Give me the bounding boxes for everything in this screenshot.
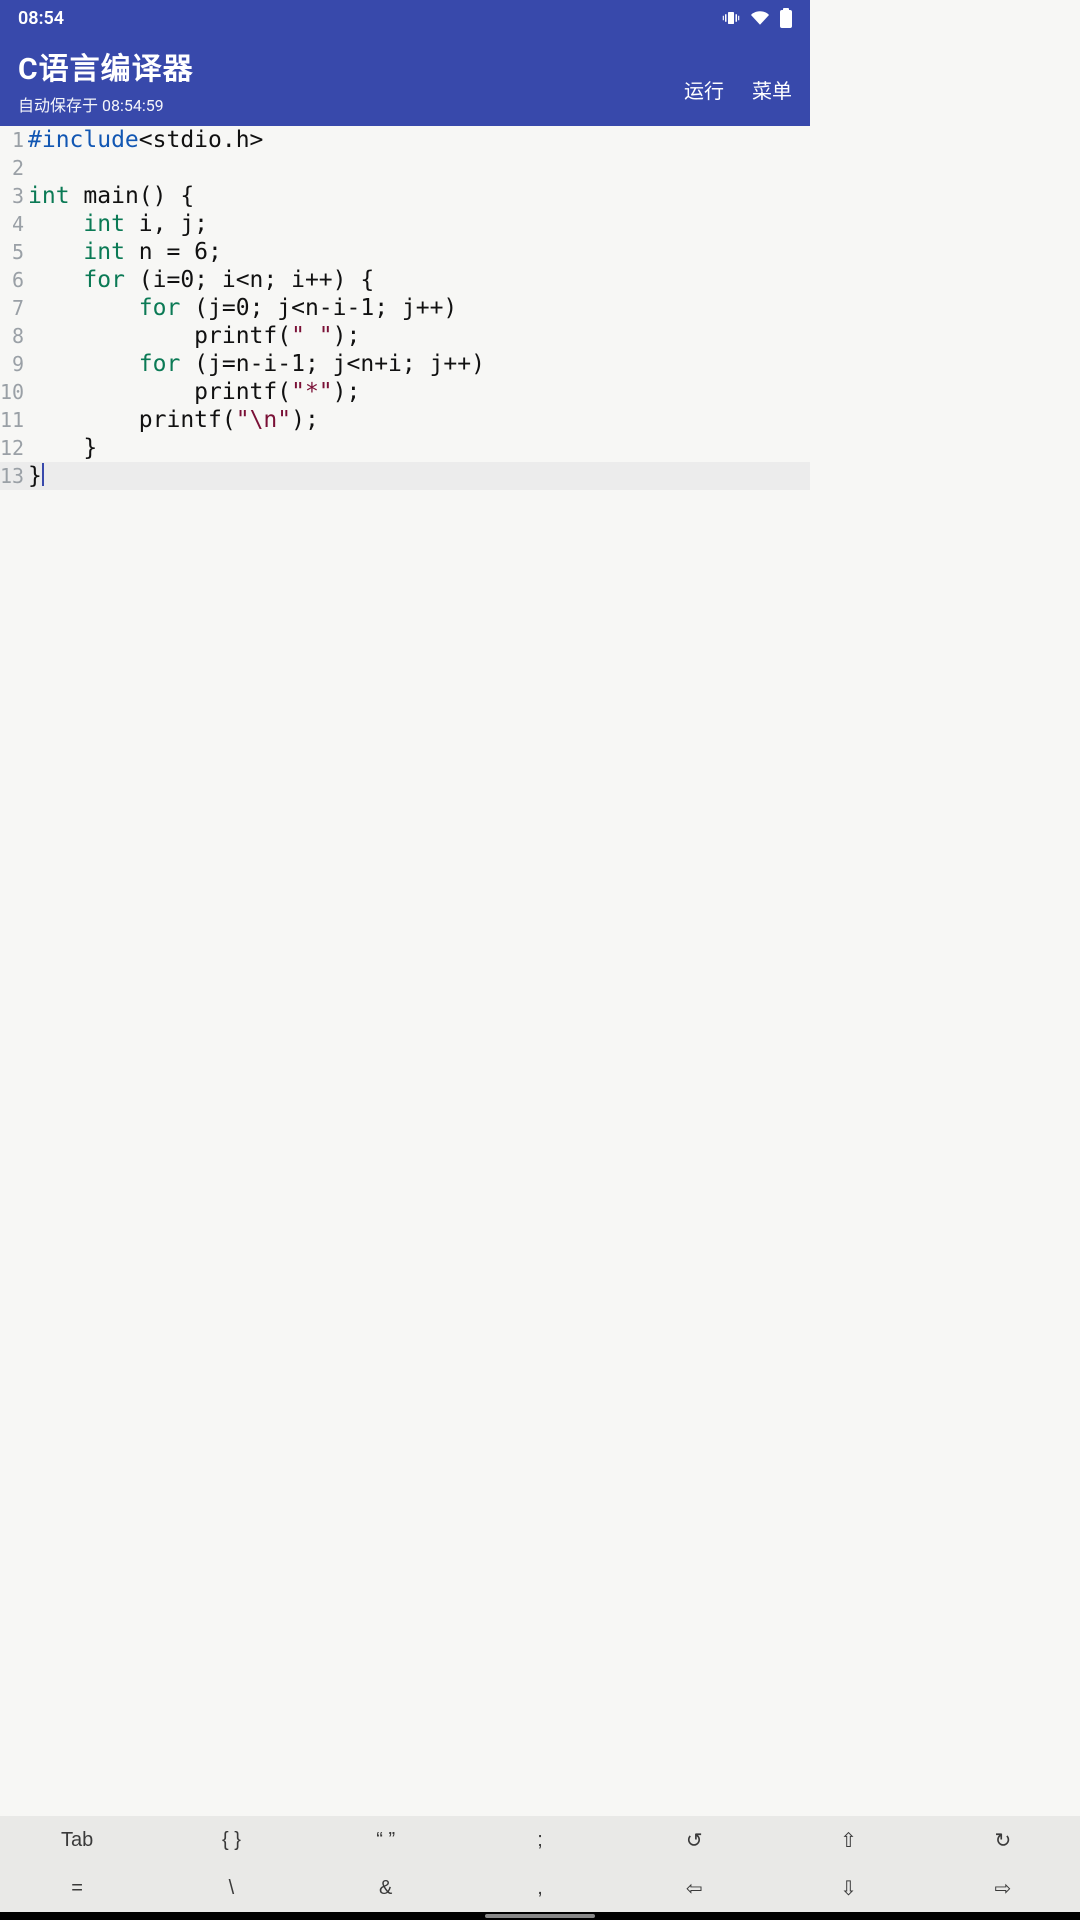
- wifi-icon: [750, 9, 770, 27]
- status-time: 08:54: [18, 8, 64, 29]
- run-button[interactable]: 运行: [684, 75, 724, 104]
- app-title: C语言编译器: [18, 44, 684, 88]
- battery-icon: [780, 8, 792, 28]
- line-number: 12: [0, 434, 26, 462]
- line-number: 8: [0, 322, 26, 350]
- code-content[interactable]: printf("\n");: [26, 406, 319, 434]
- code-content[interactable]: int n = 6;: [26, 238, 222, 266]
- line-number: 6: [0, 266, 26, 294]
- symbol-toolbar: Tab{ }“ ”;↺⇧↻ =\&,⇦⇩⇨: [0, 1816, 1080, 1912]
- code-line[interactable]: 9 for (j=n-i-1; j<n+i; j++): [0, 350, 810, 378]
- code-content[interactable]: for (j=n-i-1; j<n+i; j++): [26, 350, 485, 378]
- code-content[interactable]: #include<stdio.h>: [26, 126, 263, 154]
- toolbar-top-key-3[interactable]: ;: [463, 1816, 617, 1864]
- toolbar-bottom-key-1[interactable]: \: [154, 1864, 308, 1912]
- code-line[interactable]: 7 for (j=0; j<n-i-1; j++): [0, 294, 810, 322]
- code-editor[interactable]: 1#include<stdio.h>23int main() {4 int i,…: [0, 126, 810, 1306]
- line-number: 3: [0, 182, 26, 210]
- code-line[interactable]: 8 printf(" ");: [0, 322, 810, 350]
- toolbar-bottom-key-0[interactable]: =: [0, 1864, 154, 1912]
- code-line[interactable]: 4 int i, j;: [0, 210, 810, 238]
- line-number: 7: [0, 294, 26, 322]
- line-number: 4: [0, 210, 26, 238]
- autosave-status: 自动保存于 08:54:59: [18, 92, 684, 116]
- toolbar-bottom-key-3[interactable]: ,: [463, 1864, 617, 1912]
- toolbar-top-key-0[interactable]: Tab: [0, 1816, 154, 1864]
- code-line[interactable]: 3int main() {: [0, 182, 810, 210]
- vibrate-icon: [722, 9, 740, 27]
- toolbar-top-key-2[interactable]: “ ”: [309, 1816, 463, 1864]
- code-line[interactable]: 2: [0, 154, 810, 182]
- toolbar-top-key-1[interactable]: { }: [154, 1816, 308, 1864]
- code-line[interactable]: 13}: [0, 462, 810, 490]
- line-number: 9: [0, 350, 26, 378]
- toolbar-bottom-key-2[interactable]: &: [309, 1864, 463, 1912]
- code-line[interactable]: 11 printf("\n");: [0, 406, 810, 434]
- line-number: 1: [0, 126, 26, 154]
- code-content[interactable]: printf("*");: [26, 378, 360, 406]
- line-number: 2: [0, 154, 26, 182]
- line-number: 10: [0, 378, 26, 406]
- app-bar: C语言编译器 自动保存于 08:54:59 运行 菜单: [0, 36, 810, 126]
- toolbar-top-key-4[interactable]: ↺: [617, 1816, 771, 1864]
- toolbar-top-key-5[interactable]: ⇧: [771, 1816, 925, 1864]
- code-content[interactable]: int main() {: [26, 182, 194, 210]
- code-content[interactable]: }: [26, 462, 44, 490]
- toolbar-top-key-6[interactable]: ↻: [926, 1816, 1080, 1864]
- android-nav-bar: [0, 1912, 1080, 1920]
- code-content[interactable]: for (i=0; i<n; i++) {: [26, 266, 374, 294]
- line-number: 5: [0, 238, 26, 266]
- code-line[interactable]: 10 printf("*");: [0, 378, 810, 406]
- code-content[interactable]: printf(" ");: [26, 322, 360, 350]
- line-number: 11: [0, 406, 26, 434]
- caret: [42, 463, 44, 486]
- toolbar-bottom-key-5[interactable]: ⇩: [771, 1864, 925, 1912]
- code-line[interactable]: 12 }: [0, 434, 810, 462]
- code-content[interactable]: for (j=0; j<n-i-1; j++): [26, 294, 457, 322]
- status-bar: 08:54: [0, 0, 810, 36]
- menu-button[interactable]: 菜单: [752, 75, 792, 104]
- nav-pill: [485, 1914, 595, 1918]
- code-content[interactable]: int i, j;: [26, 210, 208, 238]
- code-content[interactable]: }: [26, 434, 97, 462]
- code-line[interactable]: 6 for (i=0; i<n; i++) {: [0, 266, 810, 294]
- toolbar-bottom-key-4[interactable]: ⇦: [617, 1864, 771, 1912]
- line-number: 13: [0, 462, 26, 490]
- code-line[interactable]: 1#include<stdio.h>: [0, 126, 810, 154]
- code-line[interactable]: 5 int n = 6;: [0, 238, 810, 266]
- toolbar-bottom-key-6[interactable]: ⇨: [926, 1864, 1080, 1912]
- code-content[interactable]: [26, 154, 28, 182]
